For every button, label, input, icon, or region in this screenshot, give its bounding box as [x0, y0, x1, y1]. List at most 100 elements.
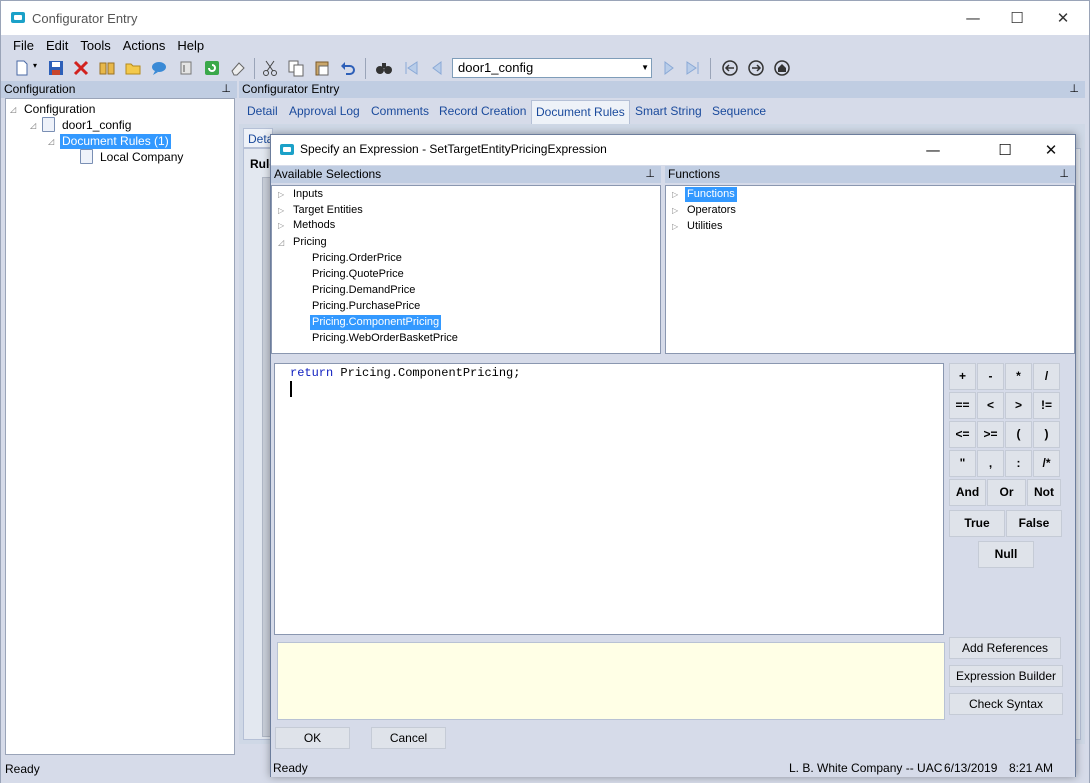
close-button[interactable]: ✕	[1041, 5, 1085, 31]
pin-icon[interactable]: ⊥	[221, 81, 231, 98]
syntax-output-area[interactable]	[277, 642, 945, 720]
tree-node-document-rules[interactable]: Document Rules (1)	[60, 134, 171, 149]
list-item-selected[interactable]: Pricing.ComponentPricing	[310, 315, 442, 330]
refresh-icon[interactable]	[203, 59, 221, 77]
open-paren-button[interactable]: (	[1005, 421, 1032, 448]
tab-approval-log[interactable]: Approval Log	[289, 103, 360, 119]
function-group-operators[interactable]: Operators	[687, 203, 736, 218]
copy-icon[interactable]	[287, 59, 305, 77]
new-dropdown-icon[interactable]: ▾	[33, 61, 37, 70]
attach-icon[interactable]	[177, 59, 195, 77]
expand-icon[interactable]: ▷	[672, 222, 678, 231]
cut-icon[interactable]	[261, 59, 279, 77]
previous-record-icon[interactable]	[428, 59, 446, 77]
new-icon[interactable]	[13, 59, 31, 77]
tree-node-door1-config[interactable]: door1_config	[62, 118, 131, 133]
menu-actions[interactable]: Actions	[119, 37, 170, 55]
pin-icon[interactable]: ⊥	[645, 166, 655, 183]
ok-button[interactable]: OK	[275, 727, 350, 749]
list-item[interactable]: Pricing.WebOrderBasketPrice	[312, 331, 458, 346]
paste-icon[interactable]	[313, 59, 331, 77]
add-references-button[interactable]: Add References	[949, 637, 1061, 659]
folder-icon[interactable]	[124, 59, 142, 77]
undo-icon[interactable]	[339, 59, 357, 77]
group-inputs[interactable]: Inputs	[293, 187, 323, 202]
book-icon[interactable]	[98, 59, 116, 77]
home-icon[interactable]	[773, 59, 791, 77]
operator-less-equal-button[interactable]: <=	[949, 421, 976, 448]
list-item[interactable]: Pricing.PurchasePrice	[312, 299, 420, 314]
delete-icon[interactable]	[72, 59, 90, 77]
list-item[interactable]: Pricing.QuotePrice	[312, 267, 404, 282]
group-target-entities[interactable]: Target Entities	[293, 203, 363, 218]
operator-greater-button[interactable]: >	[1005, 392, 1032, 419]
quote-button[interactable]: "	[949, 450, 976, 477]
expand-icon[interactable]: ▷	[672, 190, 678, 199]
collapse-icon[interactable]: ◿	[10, 105, 16, 114]
close-paren-button[interactable]: )	[1033, 421, 1060, 448]
list-item[interactable]: Pricing.DemandPrice	[312, 283, 415, 298]
expand-icon[interactable]: ▷	[278, 190, 284, 199]
collapse-icon[interactable]: ◿	[30, 121, 36, 130]
group-methods[interactable]: Methods	[293, 218, 335, 233]
collapse-icon[interactable]: ◿	[48, 137, 54, 146]
expression-builder-button[interactable]: Expression Builder	[949, 665, 1063, 687]
operator-less-button[interactable]: <	[977, 392, 1004, 419]
maximize-button[interactable]: ☐	[995, 5, 1039, 31]
check-syntax-button[interactable]: Check Syntax	[949, 693, 1063, 715]
function-group-functions[interactable]: Functions	[685, 187, 737, 202]
operator-equals-button[interactable]: ==	[949, 392, 976, 419]
find-icon[interactable]	[375, 59, 393, 77]
comment-button[interactable]: /*	[1033, 450, 1060, 477]
expand-icon[interactable]: ▷	[278, 206, 284, 215]
cancel-button[interactable]: Cancel	[371, 727, 446, 749]
menu-file[interactable]: File	[9, 37, 38, 55]
function-group-utilities[interactable]: Utilities	[687, 219, 722, 234]
comma-button[interactable]: ,	[977, 450, 1004, 477]
not-button[interactable]: Not	[1027, 479, 1061, 506]
pin-icon[interactable]: ⊥	[1069, 81, 1079, 98]
dialog-minimize-button[interactable]: —	[911, 137, 955, 163]
menu-tools[interactable]: Tools	[76, 37, 114, 55]
tab-comments[interactable]: Comments	[371, 103, 429, 119]
tab-sequence[interactable]: Sequence	[712, 103, 766, 119]
tab-detail[interactable]: Detail	[247, 103, 278, 119]
tree-node-configuration[interactable]: Configuration	[24, 102, 95, 117]
back-icon[interactable]	[721, 59, 739, 77]
tree-node-local-company[interactable]: Local Company	[100, 150, 183, 165]
dialog-maximize-button[interactable]: ☐	[983, 137, 1027, 163]
menu-help[interactable]: Help	[173, 37, 208, 55]
null-button[interactable]: Null	[978, 541, 1034, 568]
comment-icon[interactable]	[150, 59, 168, 77]
last-record-icon[interactable]	[684, 59, 702, 77]
colon-button[interactable]: :	[1005, 450, 1032, 477]
forward-icon[interactable]	[747, 59, 765, 77]
list-item[interactable]: Pricing.OrderPrice	[312, 251, 402, 266]
operator-plus-button[interactable]: +	[949, 363, 976, 390]
tab-smart-string[interactable]: Smart String	[635, 103, 702, 119]
group-pricing[interactable]: Pricing	[293, 235, 327, 250]
record-combo[interactable]: door1_config ▼	[452, 58, 652, 78]
expand-icon[interactable]: ▷	[278, 221, 284, 230]
minimize-button[interactable]: —	[951, 5, 995, 31]
and-button[interactable]: And	[949, 479, 986, 506]
collapse-icon[interactable]: ◿	[278, 238, 284, 247]
operator-multiply-button[interactable]: *	[1005, 363, 1032, 390]
pin-icon[interactable]: ⊥	[1059, 166, 1069, 183]
subtab-detail[interactable]: Detai	[243, 128, 273, 148]
operator-greater-equal-button[interactable]: >=	[977, 421, 1004, 448]
dialog-close-button[interactable]: ✕	[1029, 137, 1073, 163]
eraser-icon[interactable]	[229, 59, 247, 77]
save-icon[interactable]	[47, 59, 65, 77]
true-button[interactable]: True	[949, 510, 1005, 537]
expression-editor[interactable]: return Pricing.ComponentPricing;	[274, 363, 944, 635]
or-button[interactable]: Or	[987, 479, 1026, 506]
tab-record-creation[interactable]: Record Creation	[439, 103, 526, 119]
operator-divide-button[interactable]: /	[1033, 363, 1060, 390]
first-record-icon[interactable]	[402, 59, 420, 77]
expand-icon[interactable]: ▷	[672, 206, 678, 215]
next-record-icon[interactable]	[660, 59, 678, 77]
operator-minus-button[interactable]: -	[977, 363, 1004, 390]
menu-edit[interactable]: Edit	[42, 37, 72, 55]
operator-not-equal-button[interactable]: !=	[1033, 392, 1060, 419]
